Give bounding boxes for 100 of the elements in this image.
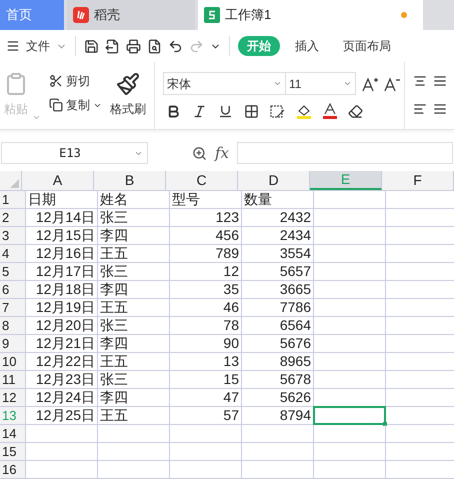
table-cell: 型号 bbox=[170, 191, 242, 208]
row-header[interactable]: 15 bbox=[0, 443, 26, 460]
row-header[interactable]: 14 bbox=[0, 425, 26, 442]
row-header[interactable]: 3 bbox=[0, 227, 26, 244]
table-cell: 47 bbox=[170, 389, 242, 406]
export-icon[interactable] bbox=[105, 38, 120, 54]
table-cell: 王五 bbox=[98, 299, 170, 316]
table-cell: 日期 bbox=[26, 191, 98, 208]
column-header[interactable]: C bbox=[166, 171, 238, 190]
decrease-font-icon[interactable] bbox=[384, 76, 400, 92]
italic-icon[interactable] bbox=[192, 104, 207, 118]
name-box[interactable]: E13 bbox=[1, 142, 148, 164]
cut-button[interactable]: 剪切 bbox=[66, 72, 90, 90]
table-cell: 12月19日 bbox=[26, 299, 98, 316]
table-cell: 3665 bbox=[242, 281, 314, 298]
table-cell: 2432 bbox=[242, 209, 314, 226]
table-cell: 456 bbox=[170, 227, 242, 244]
table-cell: 李四 bbox=[98, 335, 170, 352]
table-cell: 123 bbox=[170, 209, 242, 226]
ribbon-tab[interactable]: 插入 bbox=[286, 36, 328, 56]
table-cell: 5676 bbox=[242, 335, 314, 352]
save-icon[interactable] bbox=[84, 38, 99, 54]
row-header[interactable]: 12 bbox=[0, 389, 26, 406]
table-cell: 12月15日 bbox=[26, 227, 98, 244]
row-header[interactable]: 9 bbox=[0, 335, 26, 352]
copy-icon[interactable] bbox=[49, 98, 63, 112]
file-menu[interactable]: 文件 bbox=[26, 37, 50, 55]
row-header[interactable]: 8 bbox=[0, 317, 26, 334]
table-cell: 张三 bbox=[98, 263, 170, 280]
print-preview-icon[interactable] bbox=[147, 38, 162, 54]
document-tab[interactable]: 稻壳 bbox=[67, 0, 195, 30]
table-cell: 5626 bbox=[242, 389, 314, 406]
function-label[interactable]: fx bbox=[215, 142, 230, 164]
align-left-icon[interactable] bbox=[413, 102, 427, 116]
table-cell: 李四 bbox=[98, 227, 170, 244]
document-tab[interactable]: 工作簿1 bbox=[198, 0, 423, 30]
table-cell: 57 bbox=[170, 407, 242, 424]
table-cell: 7786 bbox=[242, 299, 314, 316]
increase-font-icon[interactable] bbox=[362, 76, 378, 92]
table-cell: 13 bbox=[170, 353, 242, 370]
eraser-icon[interactable] bbox=[348, 104, 363, 118]
column-header[interactable]: A bbox=[22, 171, 94, 190]
table-cell: 张三 bbox=[98, 317, 170, 334]
table-cell: 12 bbox=[170, 263, 242, 280]
menu-icon[interactable] bbox=[6, 39, 20, 53]
column-header[interactable]: F bbox=[382, 171, 454, 190]
table-cell: 李四 bbox=[98, 281, 170, 298]
table-cell: 2434 bbox=[242, 227, 314, 244]
row-header[interactable]: 5 bbox=[0, 263, 26, 280]
ribbon-tab[interactable]: 页面布局 bbox=[334, 36, 400, 56]
row-header[interactable]: 1 bbox=[0, 191, 26, 208]
print-icon[interactable] bbox=[126, 38, 141, 54]
row-header[interactable]: 7 bbox=[0, 299, 26, 316]
table-cell: 5657 bbox=[242, 263, 314, 280]
row-header[interactable]: 2 bbox=[0, 209, 26, 226]
row-header[interactable]: 6 bbox=[0, 281, 26, 298]
table-cell: 12月21日 bbox=[26, 335, 98, 352]
docer-logo-icon bbox=[73, 7, 89, 23]
align-justify-icon[interactable] bbox=[433, 102, 447, 116]
table-cell: 王五 bbox=[98, 407, 170, 424]
table-cell: 5678 bbox=[242, 371, 314, 388]
paintbrush-icon[interactable] bbox=[116, 72, 140, 96]
fill-color-icon[interactable] bbox=[296, 103, 312, 119]
align-center-icon[interactable] bbox=[413, 74, 427, 88]
table-cell: 78 bbox=[170, 317, 242, 334]
table-cell: 789 bbox=[170, 245, 242, 262]
table-cell: 12月22日 bbox=[26, 353, 98, 370]
table-cell: 35 bbox=[170, 281, 242, 298]
format-painter-button[interactable]: 格式刷 bbox=[110, 100, 146, 118]
borders-icon[interactable] bbox=[244, 104, 259, 118]
font-color-icon[interactable] bbox=[323, 103, 337, 119]
table-cell: 12月25日 bbox=[26, 407, 98, 424]
column-header[interactable]: B bbox=[94, 171, 166, 190]
table-cell: 6564 bbox=[242, 317, 314, 334]
row-header[interactable]: 11 bbox=[0, 371, 26, 388]
spreadsheet-logo-icon bbox=[204, 7, 220, 23]
undo-icon[interactable] bbox=[168, 38, 183, 54]
table-cell: 12月17日 bbox=[26, 263, 98, 280]
table-cell: 12月14日 bbox=[26, 209, 98, 226]
scissors-icon[interactable] bbox=[49, 74, 63, 88]
copy-button[interactable]: 复制 bbox=[66, 96, 90, 114]
table-cell: 12月16日 bbox=[26, 245, 98, 262]
align-middle-icon[interactable] bbox=[433, 74, 447, 88]
table-cell: 李四 bbox=[98, 389, 170, 406]
zoom-icon[interactable] bbox=[192, 146, 207, 160]
row-header[interactable]: 10 bbox=[0, 353, 26, 370]
table-cell: 46 bbox=[170, 299, 242, 316]
bold-icon[interactable] bbox=[166, 104, 181, 118]
table-cell: 12月24日 bbox=[26, 389, 98, 406]
underline-icon[interactable] bbox=[218, 104, 233, 118]
formula-input[interactable] bbox=[237, 142, 453, 164]
table-cell: 3554 bbox=[242, 245, 314, 262]
active-cell-cursor[interactable] bbox=[313, 406, 386, 425]
table-cell: 12月18日 bbox=[26, 281, 98, 298]
cell-format-icon[interactable] bbox=[270, 104, 285, 118]
row-header[interactable]: 4 bbox=[0, 245, 26, 262]
table-cell: 15 bbox=[170, 371, 242, 388]
table-cell: 12月23日 bbox=[26, 371, 98, 388]
row-header[interactable]: 16 bbox=[0, 461, 26, 478]
table-cell: 王五 bbox=[98, 353, 170, 370]
